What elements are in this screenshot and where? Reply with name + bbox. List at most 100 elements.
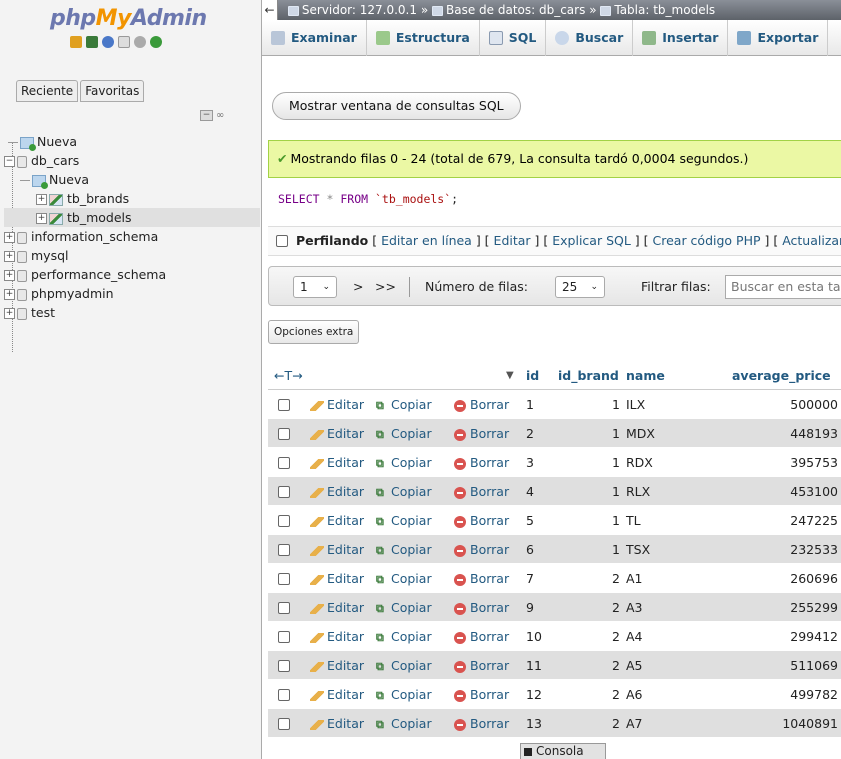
tree-item-test[interactable]: + test [4,303,260,322]
show-sql-window-button[interactable]: Mostrar ventana de consultas SQL [272,92,521,120]
tab-sql[interactable]: SQL [480,19,547,56]
row-checkbox[interactable] [278,456,290,469]
row-checkbox[interactable] [278,659,290,672]
cell-id-brand[interactable]: 1 [558,390,620,419]
breadcrumb-table[interactable]: Tabla: tb_models [600,3,715,17]
cell-id[interactable]: 3 [526,448,534,477]
copy-row-link[interactable]: ⧉ Copiar [376,622,432,652]
sort-desc-icon[interactable]: ▼ [506,362,514,390]
copy-row-link[interactable]: ⧉ Copiar [376,564,432,594]
tab-recent[interactable]: Reciente [16,80,79,102]
delete-row-link[interactable]: Borrar [454,390,509,419]
edit-row-link[interactable]: Editar [310,622,364,651]
delete-row-link[interactable]: Borrar [454,419,509,448]
cell-name[interactable]: A6 [626,680,643,709]
link-refresh[interactable]: Actualizar [782,233,841,248]
delete-row-link[interactable]: Borrar [454,506,509,535]
cell-id[interactable]: 9 [526,593,534,622]
row-checkbox[interactable] [278,630,290,643]
tree-item-mysql[interactable]: + mysql [4,246,260,265]
copy-row-link[interactable]: ⧉ Copiar [376,593,432,623]
cell-name[interactable]: ILX [626,390,645,419]
expand-icon[interactable]: + [4,270,15,281]
cell-id[interactable]: 12 [526,680,542,709]
cell-id-brand[interactable]: 1 [558,448,620,477]
cell-id-brand[interactable]: 1 [558,419,620,448]
tab-export[interactable]: Exportar [728,19,829,56]
tree-item-db-cars-new[interactable]: Nueva [4,170,260,189]
row-checkbox[interactable] [278,688,290,701]
copy-row-link[interactable]: ⧉ Copiar [376,390,432,420]
delete-row-link[interactable]: Borrar [454,593,509,622]
delete-row-link[interactable]: Borrar [454,477,509,506]
home-icon[interactable] [70,36,82,48]
edit-row-link[interactable]: Editar [310,506,364,535]
extra-options-button[interactable]: Opciones extra [268,320,360,344]
cell-average-price[interactable]: 500000 [728,390,838,419]
cell-name[interactable]: RDX [626,448,653,477]
exit-icon[interactable] [86,36,98,48]
link-icon[interactable]: ∞ [216,110,224,121]
link-inline-edit[interactable]: Editar en línea [381,233,472,248]
edit-row-link[interactable]: Editar [310,564,364,593]
delete-row-link[interactable]: Borrar [454,709,509,738]
row-checkbox[interactable] [278,572,290,585]
delete-row-link[interactable]: Borrar [454,535,509,564]
row-checkbox[interactable] [278,543,290,556]
row-checkbox[interactable] [278,514,290,527]
cell-id[interactable]: 6 [526,535,534,564]
cell-average-price[interactable]: 453100 [728,477,838,506]
column-arrows[interactable]: ←T→ [274,362,303,390]
cell-id-brand[interactable]: 1 [558,506,620,535]
link-edit[interactable]: Editar [494,233,531,248]
copy-row-link[interactable]: ⧉ Copiar [376,651,432,681]
cell-id[interactable]: 5 [526,506,534,535]
tree-item-tb-models[interactable]: + tb_models [4,208,260,227]
profiling-checkbox[interactable] [276,234,288,247]
cell-id-brand[interactable]: 2 [558,651,620,680]
edit-row-link[interactable]: Editar [310,477,364,506]
cell-id[interactable]: 11 [526,651,542,680]
row-checkbox[interactable] [278,398,290,411]
copy-row-link[interactable]: ⧉ Copiar [376,448,432,478]
expand-icon[interactable]: + [36,194,47,205]
cell-average-price[interactable]: 232533 [728,535,838,564]
filter-input[interactable]: Buscar en esta tabla [725,275,841,299]
cell-average-price[interactable]: 395753 [728,448,838,477]
header-id-brand[interactable]: id_brand [558,362,619,390]
settings-icon[interactable] [134,36,146,48]
delete-row-link[interactable]: Borrar [454,448,509,477]
edit-row-link[interactable]: Editar [310,390,364,419]
header-id[interactable]: id [526,362,539,390]
copy-row-link[interactable]: ⧉ Copiar [376,419,432,449]
expand-icon[interactable]: + [4,251,15,262]
next-page-button[interactable]: > [353,276,363,298]
cell-name[interactable]: A4 [626,622,643,651]
cell-id[interactable]: 1 [526,390,534,419]
rows-select[interactable]: 25 ⌄ [555,276,605,298]
header-average-price[interactable]: average_price [732,362,831,390]
delete-row-link[interactable]: Borrar [454,651,509,680]
cell-average-price[interactable]: 260696 [728,564,838,593]
tree-item-tb-brands[interactable]: + tb_brands [4,189,260,208]
tree-item-db-cars[interactable]: − db_cars [4,151,260,170]
tree-item-performance-schema[interactable]: + performance_schema [4,265,260,284]
docs-icon[interactable] [118,36,130,48]
delete-row-link[interactable]: Borrar [454,680,509,709]
edit-row-link[interactable]: Editar [310,709,364,738]
edit-row-link[interactable]: Editar [310,593,364,622]
cell-id-brand[interactable]: 2 [558,622,620,651]
row-checkbox[interactable] [278,717,290,730]
link-explain-sql[interactable]: Explicar SQL [552,233,631,248]
edit-row-link[interactable]: Editar [310,651,364,680]
cell-average-price[interactable]: 448193 [728,419,838,448]
cell-id-brand[interactable]: 2 [558,593,620,622]
copy-row-link[interactable]: ⧉ Copiar [376,680,432,710]
cell-id[interactable]: 13 [526,709,542,738]
cell-average-price[interactable]: 247225 [728,506,838,535]
tab-insert[interactable]: Insertar [633,19,729,56]
tree-item-information-schema[interactable]: + information_schema [4,227,260,246]
collapse-icon[interactable]: − [4,156,15,167]
copy-row-link[interactable]: ⧉ Copiar [376,506,432,536]
cell-id-brand[interactable]: 1 [558,477,620,506]
